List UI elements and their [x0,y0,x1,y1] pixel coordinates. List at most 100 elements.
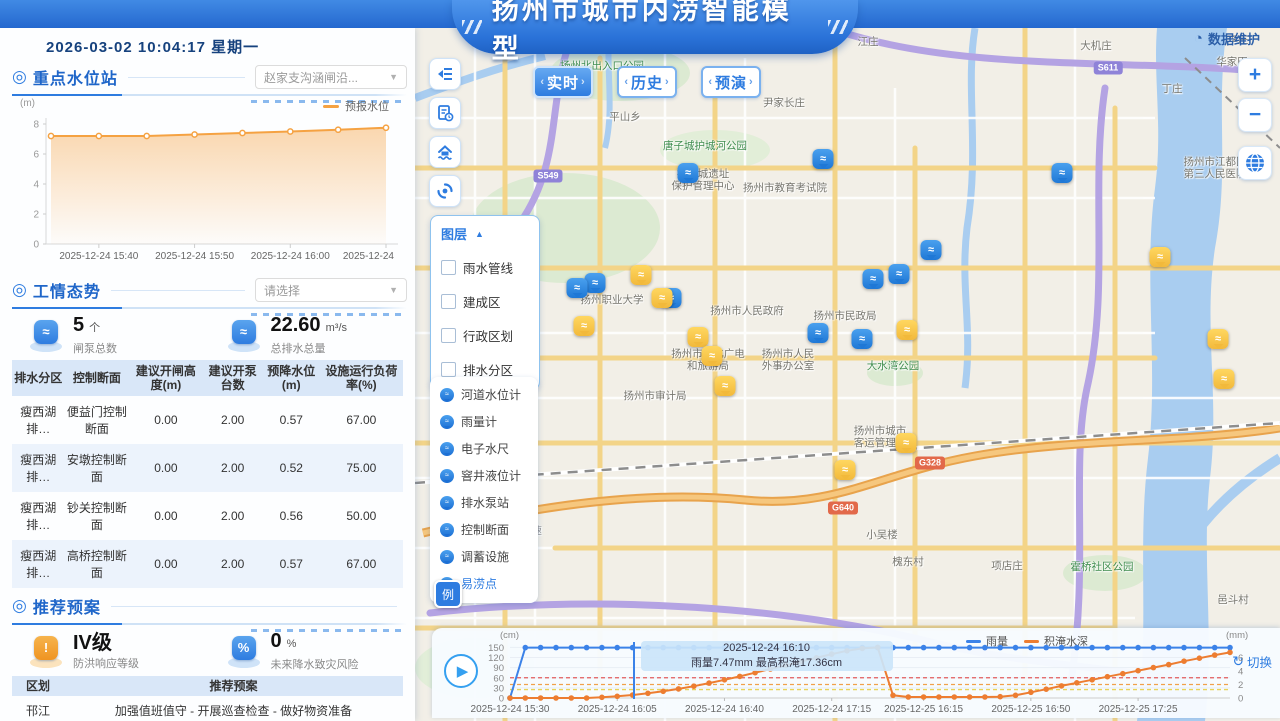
stat-防洪响应等级: !IV级防洪响应等级 [12,633,210,671]
map-marker-blue[interactable]: ≈ [1052,163,1073,183]
map-marker-yellow[interactable]: ≈ [652,288,673,308]
table-row[interactable]: 瘦西湖排…安墩控制断面0.002.000.5275.00 [12,444,403,492]
svg-text:2025-12-25 17:25: 2025-12-25 17:25 [1099,704,1178,715]
map-canvas[interactable]: 扬州北出入口公园江庄尹家长庄平山乡唐子城护城河公园扬州城遗址 保护管理中心扬州市… [415,28,1280,721]
layer-item-雨水管线[interactable]: 雨水管线 [441,258,529,277]
collapse-panel-button[interactable] [429,58,461,90]
checkbox-unchecked[interactable] [441,362,456,377]
map-marker-blue[interactable]: ≈ [889,264,910,284]
flooded-house-icon [436,143,454,161]
legend-item-电子水尺[interactable]: ≈电子水尺 [440,440,528,457]
legend-item-label: 雨量计 [461,413,497,430]
svg-text:2025-12-24 15:40: 2025-12-24 15:40 [59,251,138,262]
map-marker-blue[interactable]: ≈ [921,240,942,260]
map-marker-yellow[interactable]: ≈ [1208,329,1229,349]
legend-item-排水泵站[interactable]: ≈排水泵站 [440,494,528,511]
engineering-select-dropdown[interactable]: 请选择 ▼ [255,278,407,302]
legend-item-label: 排水泵站 [461,494,509,511]
risk-shield-icon: % [226,636,262,668]
banner-decoration-right [828,20,848,34]
section-divider [12,307,407,309]
legend-item-雨量计[interactable]: ≈雨量计 [440,413,528,430]
map-marker-blue[interactable]: ≈ [813,149,834,169]
legend-item-窨井液位计[interactable]: ≈窨井液位计 [440,467,528,484]
map-mode-switcher: ‹实时› ‹历史› ‹预演› [533,66,761,98]
stat-unit: m³/s [323,322,347,334]
map-marker-yellow[interactable]: ≈ [896,433,917,453]
table-cell: 瘦西湖排… [12,444,64,492]
mode-button-预演[interactable]: ‹预演› [701,66,761,98]
data-maintenance-link[interactable]: ◔ 数据维护 [1194,29,1260,48]
table-cell: 67.00 [320,540,403,588]
legend-item-调蓄设施[interactable]: ≈调蓄设施 [440,548,528,565]
map-marker-yellow[interactable]: ≈ [1150,247,1171,267]
table-cell: 2.00 [202,444,262,492]
basemap-globe-button[interactable] [1238,146,1272,180]
layer-item-label: 行政区划 [463,326,513,345]
map-marker-yellow[interactable]: ≈ [702,346,723,366]
layer-item-建成区[interactable]: 建成区 [441,292,529,311]
table-cell: 安墩控制断面 [64,444,129,492]
legend-item-控制断面[interactable]: ≈控制断面 [440,521,528,538]
legend-item-label: 窨井液位计 [461,467,521,484]
column-header: 建议开泵台数 [202,360,262,396]
map-zoom-controls: + − [1238,58,1272,180]
zoom-out-button[interactable]: − [1238,98,1272,132]
map-marker-yellow[interactable]: ≈ [897,320,918,340]
legend-item-河道水位计[interactable]: ≈河道水位计 [440,386,528,403]
map-marker-blue[interactable]: ≈ [567,278,588,298]
stat-value: 22.60 m³/s [271,315,348,338]
map-marker-blue[interactable]: ≈ [808,323,829,343]
svg-text:2025-12-24 16:00: 2025-12-24 16:00 [251,251,330,262]
table-row[interactable]: 瘦西湖排…高桥控制断面0.002.000.5767.00 [12,540,403,588]
sluice-pump-icon: ≈ [28,320,64,352]
checkbox-unchecked[interactable] [441,260,456,275]
flood-sites-button[interactable] [429,136,461,168]
rain-waterlogging-chart-svg: 03060901201500246(cm)(mm)2025-12-24 15:3… [432,628,1280,718]
map-marker-yellow[interactable]: ≈ [688,327,709,347]
map-marker-yellow[interactable]: ≈ [835,460,856,480]
checkbox-unchecked[interactable] [441,328,456,343]
stat-总排水总量: ≈22.60 m³/s总排水总量 [210,315,408,356]
table-row[interactable]: 邗江加强值班值守 - 开展巡查检查 - 做好物资准备 [12,696,403,721]
map-marker-blue[interactable]: ≈ [852,329,873,349]
stat-unit: 个 [86,322,100,334]
map-marker-blue[interactable]: ≈ [585,273,606,293]
road-shield: S611 [1094,62,1123,75]
engineering-dropdown-placeholder: 请选择 [264,282,300,299]
chevron-down-icon: ▼ [389,72,398,82]
typhoon-button[interactable] [429,175,461,207]
table-cell: 0.57 [263,540,320,588]
layers-panel-title[interactable]: 图层 ▲ [441,224,529,243]
map-marker-yellow[interactable]: ≈ [631,265,652,285]
table-cell: 0.56 [263,492,320,540]
stat-text: 0 %未来降水致灾风险 [271,631,359,672]
legend-toggle-button[interactable]: 例 [434,580,462,608]
layer-item-行政区划[interactable]: 行政区划 [441,326,529,345]
svg-text:8: 8 [33,120,39,131]
flood-level-icon-glyph: ! [34,636,58,660]
zoom-in-button[interactable]: + [1238,58,1272,92]
svg-text:2025-12-25 16:15: 2025-12-25 16:15 [884,704,963,715]
station-select-dropdown[interactable]: 赵家支沟涵闸沿... ▼ [255,65,407,89]
layers-panel: 图层 ▲ 雨水管线建成区行政区划排水分区 [430,215,540,390]
map-basemap [415,28,1280,721]
dashed-decoration [251,313,401,316]
table-row[interactable]: 瘦西湖排…便益门控制断面0.002.000.5767.00 [12,396,403,444]
page-title: 扬州市城市内涝智能模型 [492,0,818,66]
svg-text:2025-12-24 15:50: 2025-12-24 15:50 [155,251,234,262]
dashed-decoration [251,629,401,632]
map-marker-yellow[interactable]: ≈ [1214,369,1235,389]
mode-button-实时[interactable]: ‹实时› [533,66,593,98]
report-history-button[interactable] [429,97,461,129]
map-marker-yellow[interactable]: ≈ [574,316,595,336]
map-legend-panel: ≈河道水位计≈雨量计≈电子水尺≈窨井液位计≈排水泵站≈控制断面≈调蓄设施≈易涝点 [430,377,538,603]
map-marker-blue[interactable]: ≈ [863,269,884,289]
mode-button-历史[interactable]: ‹历史› [617,66,677,98]
map-marker-blue[interactable]: ≈ [678,163,699,183]
map-marker-yellow[interactable]: ≈ [715,376,736,396]
section-bullseye-icon: ◎ [12,596,27,616]
checkbox-unchecked[interactable] [441,294,456,309]
table-row[interactable]: 瘦西湖排…钞关控制断面0.002.000.5650.00 [12,492,403,540]
engineering-stats: ≈5 个闸泵总数≈22.60 m³/s总排水总量 [12,315,407,356]
